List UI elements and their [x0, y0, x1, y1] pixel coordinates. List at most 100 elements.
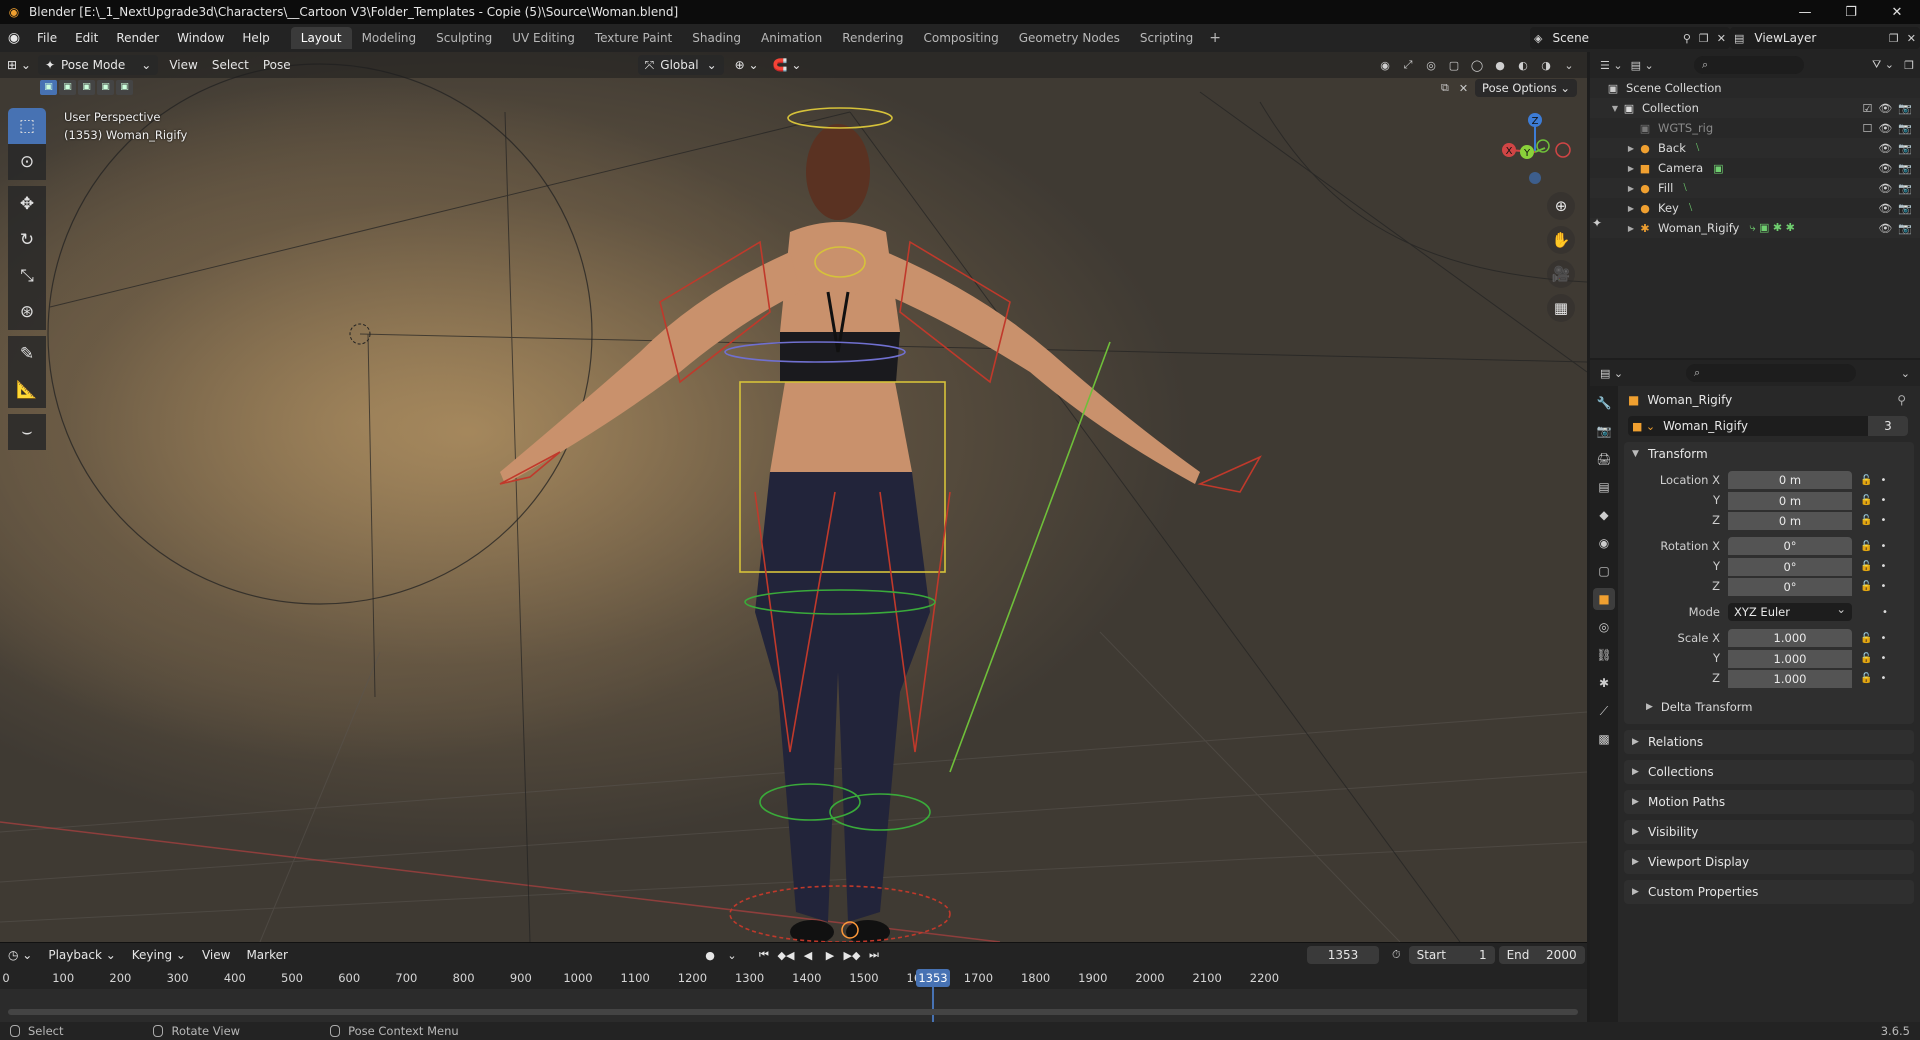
rotation-y-field[interactable]: 0°	[1728, 557, 1852, 576]
mode-dropdown[interactable]: ✦ Pose Mode ⌄	[37, 55, 159, 75]
tab-shading[interactable]: Shading	[682, 27, 751, 49]
camera-icon[interactable]: 📷	[1898, 102, 1912, 115]
camera-icon[interactable]: 📷	[1898, 202, 1912, 215]
tab-uv-editing[interactable]: UV Editing	[502, 27, 585, 49]
tab-animation[interactable]: Animation	[751, 27, 832, 49]
lock-icon[interactable]: 🔓	[1860, 495, 1872, 506]
tab-layout[interactable]: Layout	[290, 27, 352, 49]
display-mode-icon[interactable]: ▤ ⌄	[1627, 59, 1658, 72]
outliner-editor-type-icon[interactable]: ☰ ⌄	[1596, 59, 1627, 72]
lock-icon[interactable]: 🔓	[1860, 475, 1872, 486]
properties-editor-type-icon[interactable]: ▤ ⌄	[1596, 367, 1627, 380]
select-intersect-icon[interactable]: ▣	[116, 80, 133, 95]
outliner-row-woman-rigify[interactable]: ▶ ✱ Woman_Rigify ⤷ ▣ ✱ ✱ 👁 📷	[1590, 218, 1920, 238]
camera-icon[interactable]: 📷	[1898, 162, 1912, 175]
pan-hand-icon[interactable]: ✋	[1547, 226, 1575, 254]
editor-type-button[interactable]: ⊞ ⌄	[0, 55, 38, 75]
transform-tool-icon[interactable]: ⊛	[8, 294, 46, 330]
keyframe-dot-icon[interactable]: •	[1880, 495, 1886, 506]
keyframe-dot-icon[interactable]: •	[1880, 633, 1886, 644]
auto-keying-options-icon[interactable]: ⌄	[722, 946, 742, 964]
world-tab-icon[interactable]: ◉	[1593, 532, 1615, 554]
physics-tab-icon[interactable]: ◎	[1593, 616, 1615, 638]
location-z-field[interactable]: 0 m	[1728, 511, 1852, 530]
eye-icon[interactable]: 👁	[1878, 122, 1892, 135]
keyframe-dot-icon[interactable]: •	[1882, 607, 1888, 618]
relax-pose-tool-icon[interactable]: ⌣	[8, 414, 46, 450]
eye-icon[interactable]: 👁	[1878, 162, 1892, 175]
location-y-field[interactable]: 0 m	[1728, 491, 1852, 510]
playhead-frame-label[interactable]: 1353	[916, 969, 950, 987]
expand-arrow-icon[interactable]: ▶	[1626, 224, 1636, 233]
select-subtract-icon[interactable]: ▣	[78, 80, 95, 95]
x-mirror-icon[interactable]: ✕	[1456, 82, 1471, 95]
viewport-menu-select[interactable]: Select	[205, 55, 256, 75]
pin-icon[interactable]: ⚲	[1679, 32, 1695, 45]
select-new-icon[interactable]: ▣	[40, 80, 57, 95]
delete-view-layer-icon[interactable]: ✕	[1903, 32, 1920, 45]
lock-icon[interactable]: 🔓	[1860, 561, 1872, 572]
tab-scripting[interactable]: Scripting	[1130, 27, 1203, 49]
render-tab-icon[interactable]: 📷	[1593, 420, 1615, 442]
eye-icon[interactable]: 👁	[1878, 142, 1892, 155]
tab-geometry-nodes[interactable]: Geometry Nodes	[1009, 27, 1130, 49]
menu-window[interactable]: Window	[168, 24, 233, 52]
select-invert-icon[interactable]: ▣	[97, 80, 114, 95]
scene-tab-icon[interactable]: ◆	[1593, 504, 1615, 526]
expand-arrow-icon[interactable]: ▼	[1610, 104, 1620, 113]
expand-arrow-icon[interactable]: ▶	[1626, 184, 1636, 193]
rotation-mode-select[interactable]: XYZ Euler	[1728, 600, 1852, 621]
camera-icon[interactable]: 📷	[1898, 182, 1912, 195]
keyframe-dot-icon[interactable]: •	[1880, 541, 1886, 552]
viewport-menu-view[interactable]: View	[162, 55, 204, 75]
tool-tab-icon[interactable]: 🔧	[1593, 392, 1615, 414]
measure-tool-icon[interactable]: 📐	[8, 372, 46, 408]
select-extend-icon[interactable]: ▣	[59, 80, 76, 95]
play-reverse-icon[interactable]: ◀	[798, 946, 818, 964]
rotation-x-field[interactable]: 0°	[1728, 537, 1852, 555]
scale-x-field[interactable]: 1.000	[1728, 629, 1852, 647]
expand-arrow-icon[interactable]: ▶	[1626, 164, 1636, 173]
keyframe-dot-icon[interactable]: •	[1880, 561, 1886, 572]
timeline-menu-keying[interactable]: Keying ⌄	[124, 948, 194, 962]
object-tab-icon[interactable]: ■	[1593, 588, 1615, 610]
texture-tab-icon[interactable]: ▩	[1593, 728, 1615, 750]
motion-paths-panel[interactable]: ▶ Motion Paths	[1624, 790, 1914, 814]
add-workspace-button[interactable]: +	[1203, 30, 1227, 46]
eye-icon[interactable]: 👁	[1878, 222, 1892, 235]
keyframe-dot-icon[interactable]: •	[1880, 581, 1886, 592]
navigation-gizmo[interactable]: Z X Y	[1495, 108, 1575, 188]
perspective-grid-icon[interactable]: ▦	[1547, 294, 1575, 322]
filter-icon[interactable]: ⛛ ⌄	[1868, 58, 1898, 72]
outliner-row-camera[interactable]: ▶ ■ Camera ▣ 👁 📷	[1590, 158, 1920, 178]
lock-icon[interactable]: 🔓	[1860, 541, 1872, 552]
new-view-layer-icon[interactable]: ❐	[1885, 32, 1903, 45]
object-data-tab-icon[interactable]: ✱	[1593, 672, 1615, 694]
tab-sculpting[interactable]: Sculpting	[426, 27, 502, 49]
constraints-tab-icon[interactable]: ⛓	[1593, 644, 1615, 666]
outliner-search-input[interactable]: ⌕	[1694, 56, 1804, 74]
pose-mode-toggle-icon[interactable]: ✦	[1592, 216, 1602, 230]
jump-keyframe-back-icon[interactable]: ◆◀	[776, 946, 796, 964]
checkbox-icon[interactable]: ☑	[1862, 102, 1872, 115]
solid-shading-icon[interactable]: ●	[1490, 55, 1510, 75]
menu-render[interactable]: Render	[107, 24, 168, 52]
lock-icon[interactable]: 🔓	[1860, 673, 1872, 684]
expand-arrow-icon[interactable]: ▶	[1626, 144, 1636, 153]
snap-button[interactable]: 🧲 ⌄	[766, 55, 809, 75]
user-count[interactable]: 3	[1868, 416, 1908, 436]
relations-panel[interactable]: ▶ Relations	[1624, 730, 1914, 754]
scale-z-field[interactable]: 1.000	[1728, 669, 1852, 688]
properties-search-input[interactable]: ⌕	[1686, 364, 1856, 382]
rotate-tool-icon[interactable]: ↻	[8, 222, 46, 258]
select-box-tool-icon[interactable]: ⬚	[8, 108, 46, 144]
eye-icon[interactable]: 👁	[1878, 202, 1892, 215]
output-tab-icon[interactable]: 🖨	[1593, 448, 1615, 470]
camera-icon[interactable]: 📷	[1898, 142, 1912, 155]
xray-icon[interactable]: ▢	[1444, 55, 1464, 75]
outliner-row-fill[interactable]: ▶ ● Fill ⧵ 👁 📷	[1590, 178, 1920, 198]
eye-icon[interactable]: 👁	[1878, 182, 1892, 195]
material-shading-icon[interactable]: ◐	[1513, 55, 1533, 75]
outliner-row-key[interactable]: ▶ ● Key ⧵ 👁 📷	[1590, 198, 1920, 218]
outliner-row-wgts-rig[interactable]: ▣ WGTS_rig ☐ 👁 📷	[1590, 118, 1920, 138]
